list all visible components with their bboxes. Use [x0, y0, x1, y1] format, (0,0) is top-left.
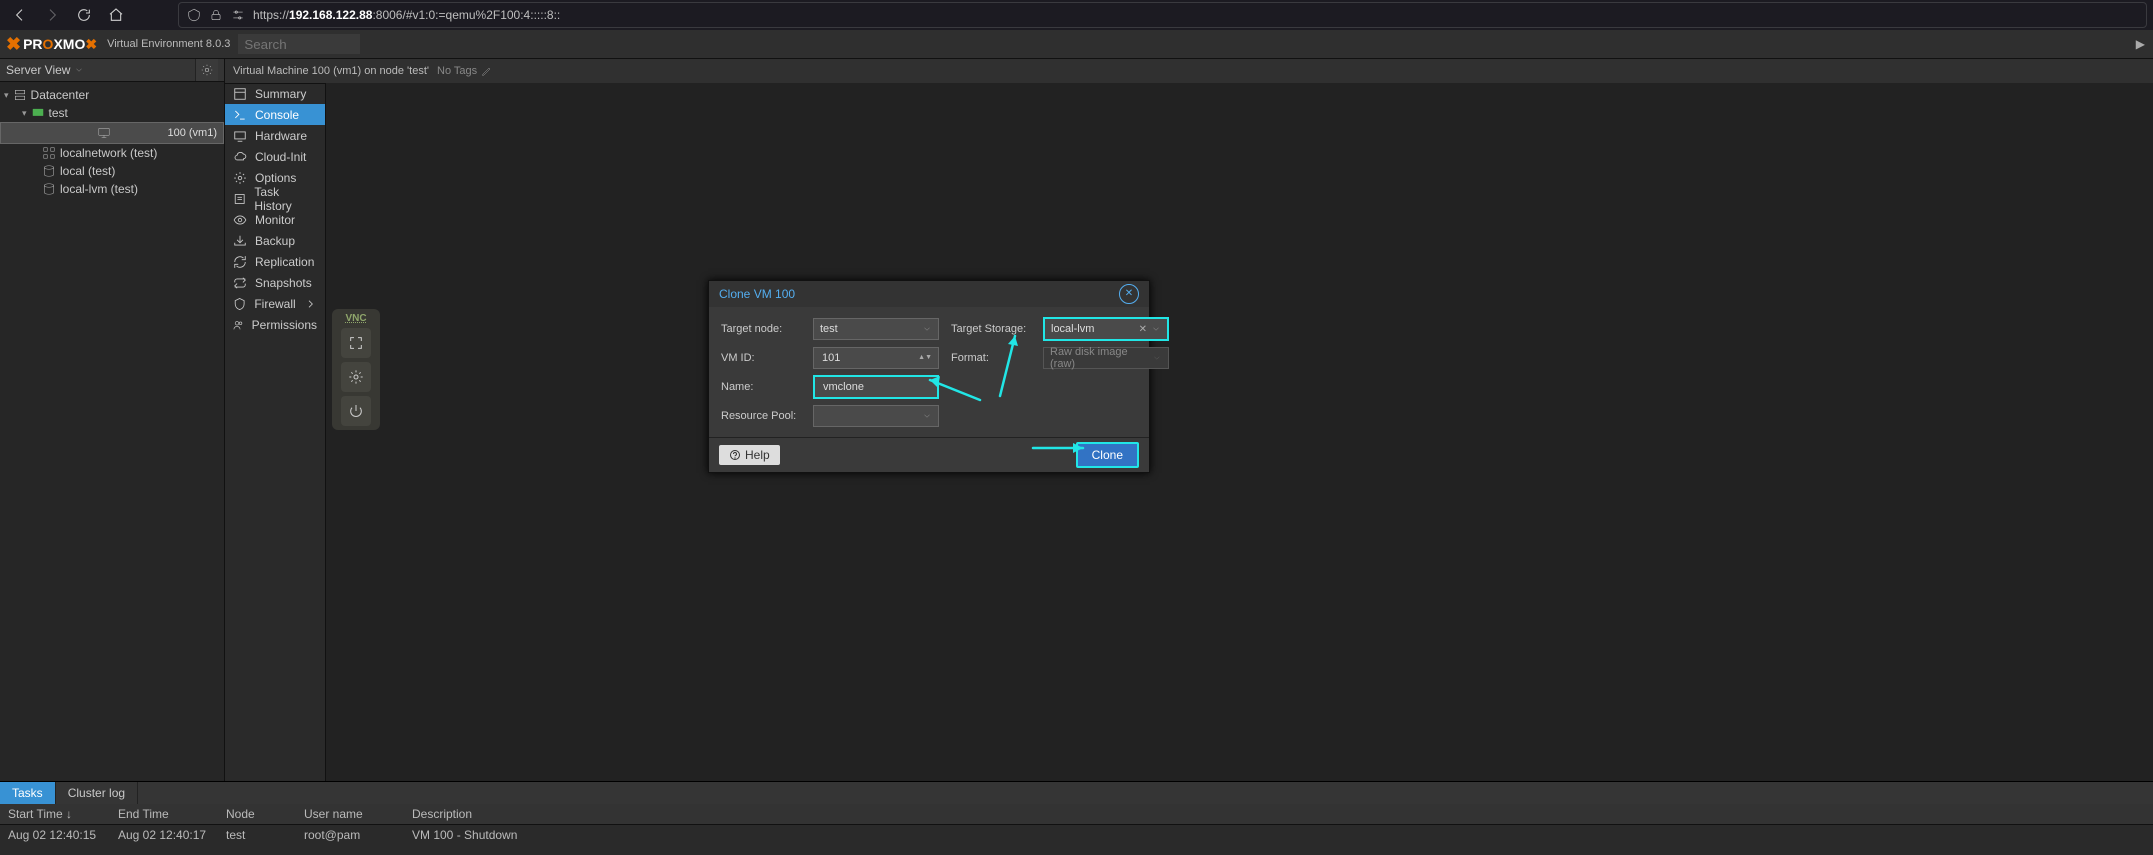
tab-hardware[interactable]: Hardware [225, 125, 325, 146]
vnc-toolbar: VNC [332, 309, 380, 430]
task-columns: Start Time ↓ End Time Node User name Des… [0, 804, 2153, 825]
label-target-node: Target node: [721, 323, 801, 335]
tab-replication[interactable]: Replication [225, 251, 325, 272]
app-header: ✖PROXMO✖ Virtual Environment 8.0.3 ▶ [0, 30, 2153, 59]
breadcrumb: Virtual Machine 100 (vm1) on node 'test' [233, 65, 429, 77]
url-bar[interactable]: https://192.168.122.88:8006/#v1:0:=qemu%… [178, 2, 2147, 28]
label-format: Format: [951, 352, 1031, 364]
settings-slider-icon [231, 8, 245, 22]
close-icon[interactable]: ✕ [1119, 284, 1139, 304]
tab-backup[interactable]: Backup [225, 230, 325, 251]
search-input[interactable] [238, 34, 360, 54]
reload-button[interactable] [70, 1, 98, 29]
forward-button[interactable] [38, 1, 66, 29]
bottom-tab-clusterlog[interactable]: Cluster log [56, 782, 138, 804]
back-button[interactable] [6, 1, 34, 29]
header-play-icon[interactable]: ▶ [2136, 37, 2145, 51]
vnc-power[interactable] [341, 396, 371, 426]
label-resource-pool: Resource Pool: [721, 410, 801, 422]
format-select: Raw disk image (raw) [1043, 347, 1169, 369]
tab-summary[interactable]: Summary [225, 83, 325, 104]
clear-icon[interactable]: ✕ [1139, 324, 1147, 335]
tree-vm-100[interactable]: 100 (vm1) [0, 122, 224, 144]
target-storage-select[interactable]: local-lvm ✕ [1043, 317, 1169, 341]
lock-icon [209, 8, 223, 22]
label-target-storage: Target Storage: [951, 323, 1031, 335]
clone-button[interactable]: Clone [1076, 442, 1139, 468]
label-vm-id: VM ID: [721, 352, 801, 364]
home-button[interactable] [102, 1, 130, 29]
url-text: https://192.168.122.88:8006/#v1:0:=qemu%… [253, 8, 560, 22]
tab-firewall[interactable]: Firewall [225, 293, 325, 314]
resource-pool-select[interactable] [813, 405, 939, 427]
tree-local[interactable]: local (test) [0, 162, 224, 180]
tab-permissions[interactable]: Permissions [225, 314, 325, 335]
clone-vm-dialog: Clone VM 100 ✕ Target node: test Target … [708, 280, 1150, 473]
tree-settings[interactable] [195, 59, 218, 81]
target-node-select[interactable]: test [813, 318, 939, 340]
vnc-settings[interactable] [341, 362, 371, 392]
tab-console[interactable]: Console [225, 104, 325, 125]
tree-datacenter[interactable]: ▾ Datacenter [0, 86, 224, 104]
tree-node-test[interactable]: ▾ test [0, 104, 224, 122]
tab-snapshots[interactable]: Snapshots [225, 272, 325, 293]
name-input[interactable] [813, 375, 939, 399]
content-header: Virtual Machine 100 (vm1) on node 'test'… [225, 59, 2153, 84]
view-selector[interactable]: Server View [6, 63, 84, 77]
tab-task-history[interactable]: Task History [225, 188, 325, 209]
proxmox-logo: ✖PROXMO✖ [6, 34, 99, 55]
tree-localnetwork[interactable]: localnetwork (test) [0, 144, 224, 162]
vnc-label: VNC [345, 313, 366, 324]
vnc-fullscreen[interactable] [341, 328, 371, 358]
task-panel: Tasks Cluster log Start Time ↓ End Time … [0, 781, 2153, 855]
bottom-tab-tasks[interactable]: Tasks [0, 782, 56, 804]
console-area: VNC [326, 83, 2153, 781]
tree-pane: Server View ▾ Datacenter ▾ test [0, 59, 225, 781]
vm-tabs: Summary Console Hardware Cloud-Init Opti… [225, 83, 326, 781]
env-label: Virtual Environment 8.0.3 [107, 38, 230, 50]
vm-id-input[interactable]: ▲▼ [813, 347, 939, 369]
tags-edit[interactable]: No Tags [437, 65, 493, 77]
browser-toolbar: https://192.168.122.88:8006/#v1:0:=qemu%… [0, 0, 2153, 30]
tree-local-lvm[interactable]: local-lvm (test) [0, 180, 224, 198]
task-row[interactable]: Aug 02 12:40:15 Aug 02 12:40:17 test roo… [0, 825, 2153, 845]
label-name: Name: [721, 381, 801, 393]
dialog-title: Clone VM 100 [719, 287, 795, 301]
tab-cloud-init[interactable]: Cloud-Init [225, 146, 325, 167]
help-button[interactable]: Help [719, 445, 780, 465]
